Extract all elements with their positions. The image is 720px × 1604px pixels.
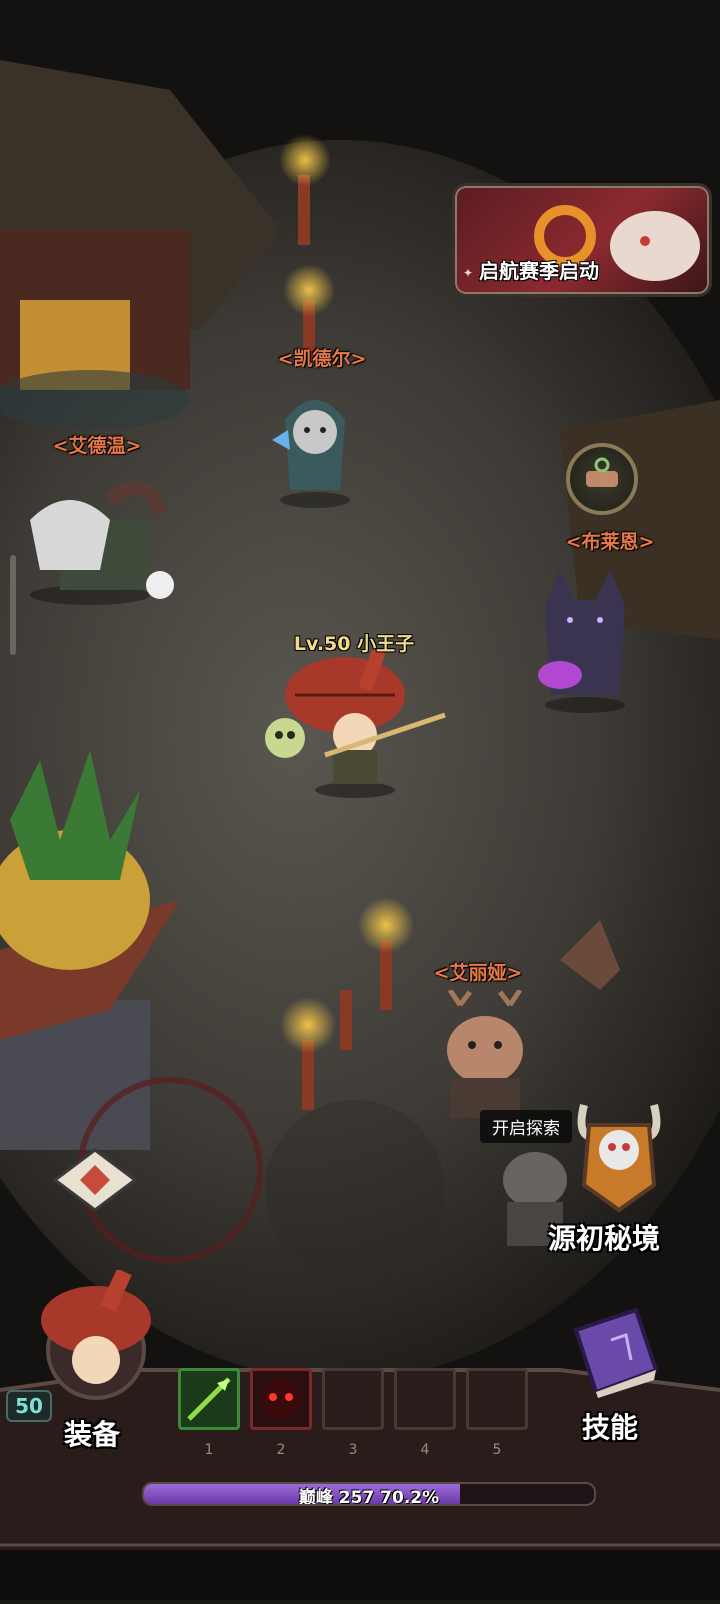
peak-xp-bar: 巅峰 257 70.2% (142, 1482, 596, 1506)
slot-number-5: 5 (492, 1442, 502, 1458)
npc-quest-orb[interactable] (566, 443, 638, 515)
level-badge: 50 (6, 1390, 52, 1422)
event-banner-label: 启航赛季启动 (479, 259, 599, 283)
slot-number-3: 3 (348, 1442, 358, 1458)
explore-tooltip[interactable]: 开启探索 (480, 1110, 572, 1143)
skill-slot-2[interactable] (250, 1368, 312, 1430)
npc-name-aidewen: <艾德温> (52, 435, 142, 457)
dungeon-label: 源初秘境 (548, 1222, 661, 1255)
npc-name-ailiya: <艾丽娅> (433, 962, 523, 984)
skills-button[interactable]: 技能 (560, 1300, 680, 1450)
dungeon-entry-button[interactable]: 源初秘境 (548, 1085, 680, 1255)
npc-name-kaider: <凯德尔> (277, 348, 367, 370)
slot-number-1: 1 (204, 1442, 214, 1458)
avatar (41, 1268, 151, 1400)
skill-slot-1[interactable] (178, 1368, 240, 1430)
skill-slot-4[interactable] (394, 1368, 456, 1430)
equip-label: 装备 (64, 1418, 121, 1451)
npc-name-bulaien: <布莱恩> (565, 531, 655, 553)
slot-number-4: 4 (420, 1442, 430, 1458)
slot-number-2: 2 (276, 1442, 286, 1458)
skull-horns-icon (577, 1104, 661, 1213)
game-scene[interactable]: <凯德尔> <艾德温> <布莱恩> <艾丽娅> Lv.50 小王子 ✦ 启航赛季… (0, 0, 720, 1600)
sparkle-icon: ✦ (463, 266, 474, 280)
npc-ailiya-sprite[interactable] (430, 990, 540, 1120)
spear-skill-icon (187, 1377, 231, 1421)
side-drawer-handle[interactable] (10, 555, 16, 655)
npc-aidewen-sprite[interactable] (10, 460, 180, 610)
player-name-label: Lv.50 小王子 (293, 633, 415, 655)
xp-text: 巅峰 257 70.2% (298, 1488, 440, 1506)
player-character[interactable] (255, 650, 455, 800)
skills-label: 技能 (582, 1411, 639, 1444)
spellbook-icon (573, 1307, 659, 1398)
skill-slot-5[interactable] (466, 1368, 528, 1430)
npc-bulaien-sprite[interactable] (530, 565, 640, 715)
equip-button[interactable] (28, 1268, 158, 1400)
scroll-icon (586, 457, 618, 487)
npc-kaider-sprite[interactable] (270, 380, 360, 510)
demon-eyes-skill-icon (261, 1379, 301, 1419)
skill-slot-3[interactable] (322, 1368, 384, 1430)
diamond-emblem-icon[interactable] (50, 1145, 140, 1215)
season-event-banner[interactable]: ✦ 启航赛季启动 (452, 183, 712, 297)
